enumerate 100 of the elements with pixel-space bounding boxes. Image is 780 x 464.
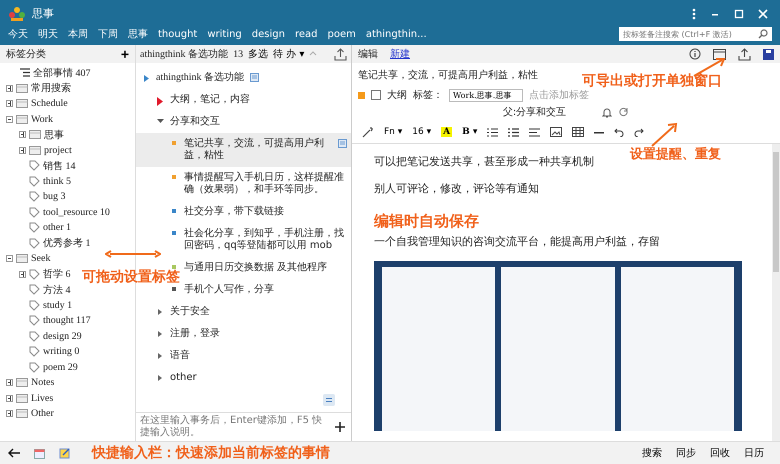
sidebar-item[interactable]: design 29 <box>43 330 82 342</box>
editor-tab[interactable]: 编辑 <box>358 47 378 61</box>
bullet-list-icon[interactable] <box>487 128 498 136</box>
expand-toggle[interactable] <box>6 255 13 262</box>
table-icon[interactable] <box>572 127 584 137</box>
maximize-icon[interactable] <box>734 8 744 19</box>
horizontal-rule-icon[interactable] <box>594 130 604 134</box>
sidebar-item[interactable]: Lives <box>31 392 54 404</box>
collapsed-triangle-icon[interactable] <box>158 375 162 381</box>
toolbar-button[interactable]: Fn ▾ <box>384 127 402 137</box>
note-edit-icon[interactable] <box>59 447 71 459</box>
sidebar-item[interactable]: Work <box>31 114 53 125</box>
calendar-icon[interactable] <box>34 448 45 458</box>
nav-link[interactable]: poem <box>328 28 356 40</box>
nav-link[interactable]: writing <box>207 28 242 40</box>
nav-link[interactable]: 思事 <box>128 27 148 42</box>
sidebar-item[interactable]: writing 0 <box>43 346 80 358</box>
expand-toggle[interactable] <box>19 146 26 154</box>
sidebar-item[interactable]: thought 117 <box>43 315 91 326</box>
nav-link[interactable]: 本周 <box>68 27 88 42</box>
numbered-list-icon[interactable] <box>508 128 520 136</box>
sidebar-item[interactable]: Schedule <box>31 98 68 110</box>
nav-link[interactable]: 今天 <box>8 27 28 42</box>
menu-icon[interactable] <box>323 394 335 406</box>
sidebar-item[interactable]: 思事 <box>44 128 64 142</box>
sidebar-item[interactable]: study 1 <box>43 300 72 311</box>
share-icon[interactable] <box>334 48 347 60</box>
tags-field[interactable]: Work.思事.思事 <box>449 88 523 102</box>
toolbar-button[interactable]: A <box>441 127 452 137</box>
status-button[interactable]: 搜索 <box>642 446 662 460</box>
undo-icon[interactable] <box>614 128 624 136</box>
sidebar-item[interactable]: 销售 14 <box>43 158 76 173</box>
nav-link[interactable]: design <box>252 28 285 40</box>
list-item[interactable]: athingthink 备选功能 <box>156 72 244 84</box>
sidebar-item[interactable]: Other <box>31 408 54 420</box>
expanded-triangle-icon[interactable] <box>156 119 164 124</box>
toolbar-button[interactable]: B ▾ <box>462 127 478 137</box>
sidebar-item[interactable]: 方法 4 <box>43 282 70 297</box>
sidebar-item[interactable]: poem 29 <box>43 362 78 373</box>
list-item[interactable]: 社交分享，带下载链接 <box>184 206 284 218</box>
expand-toggle[interactable] <box>6 116 13 123</box>
add-icon[interactable] <box>335 422 345 432</box>
sidebar-item[interactable]: 优秀参考 1 <box>43 236 90 250</box>
sidebar-item[interactable]: 哲学 6 <box>43 267 70 282</box>
search-field[interactable]: 按标签备注搜索 (Ctrl+F 激活) <box>619 27 772 42</box>
status-button[interactable]: 同步 <box>676 446 696 460</box>
editor-tab[interactable]: 新建 <box>390 47 410 61</box>
collapsed-triangle-icon[interactable] <box>158 309 162 315</box>
nav-link[interactable]: thought <box>158 28 198 40</box>
redo-icon[interactable] <box>634 128 644 136</box>
expand-toggle[interactable] <box>6 394 13 402</box>
list-item[interactable]: 语音 <box>170 350 190 362</box>
sidebar-item[interactable]: Notes <box>31 377 54 388</box>
repeat-icon[interactable] <box>618 107 630 117</box>
sidebar-item[interactable]: think 5 <box>43 176 72 187</box>
list-item[interactable]: 关于安全 <box>170 306 210 318</box>
status-button[interactable]: 回收 <box>710 446 730 460</box>
list-item[interactable]: 事情提醒写入手机日历，这样提醒准确（效果弱），和手环等同步。 <box>184 172 347 196</box>
sidebar-item[interactable]: bug 3 <box>43 191 66 202</box>
collapsed-triangle-icon[interactable] <box>157 97 163 106</box>
list-item[interactable]: other <box>170 372 197 384</box>
nav-link[interactable]: 下周 <box>98 27 118 42</box>
filter-dropdown[interactable]: 待 办 ▾ <box>273 47 304 61</box>
align-icon[interactable] <box>529 128 540 136</box>
list-item[interactable]: 社会化分享，到知乎，手机注册，找回密码，qq等登陆都可以用 mob <box>184 228 347 252</box>
export-icon[interactable] <box>738 48 751 60</box>
collapsed-triangle-icon[interactable] <box>158 353 162 359</box>
expand-toggle[interactable] <box>19 131 26 138</box>
expand-toggle[interactable] <box>6 100 13 108</box>
outline-checkbox[interactable] <box>371 90 381 100</box>
sidebar-item[interactable]: project <box>44 144 72 156</box>
toolbar-button[interactable]: 16 ▾ <box>412 127 432 137</box>
expand-toggle[interactable] <box>6 379 13 386</box>
list-item[interactable]: 与通用日历交换数据 及其他程序 <box>184 262 328 274</box>
back-arrow-icon[interactable] <box>8 448 20 458</box>
info-icon[interactable] <box>689 48 701 60</box>
list-item[interactable]: 手机个人写作，分享 <box>184 284 274 296</box>
status-button[interactable]: 日历 <box>744 446 764 460</box>
nav-link[interactable]: read <box>294 28 318 40</box>
sidebar-item[interactable]: other 1 <box>43 222 72 234</box>
save-icon[interactable] <box>763 48 774 60</box>
sidebar-item[interactable]: tool_resource 10 <box>43 206 110 218</box>
list-item[interactable]: 分享和交互 <box>170 116 220 128</box>
multi-select-button[interactable]: 多选 <box>248 47 268 61</box>
expanded-triangle-icon[interactable] <box>144 75 148 82</box>
close-icon[interactable] <box>758 8 768 19</box>
more-icon[interactable] <box>692 8 696 20</box>
sidebar-item[interactable]: Seek <box>31 253 50 264</box>
expand-toggle[interactable] <box>19 270 26 278</box>
sidebar-item[interactable]: 常用搜索 <box>31 81 71 96</box>
nav-link[interactable]: athingthin... <box>366 28 427 40</box>
expand-toggle[interactable] <box>6 410 13 418</box>
add-button[interactable]: + <box>120 47 129 61</box>
collapsed-triangle-icon[interactable] <box>158 331 162 337</box>
image-icon[interactable] <box>550 127 562 137</box>
magic-wand-icon[interactable] <box>362 126 374 138</box>
window-icon[interactable] <box>713 48 726 60</box>
nav-link[interactable]: 明天 <box>38 27 58 42</box>
list-item[interactable]: 大纲，笔记，内容 <box>170 94 250 106</box>
scrollbar-thumb[interactable] <box>773 152 779 272</box>
